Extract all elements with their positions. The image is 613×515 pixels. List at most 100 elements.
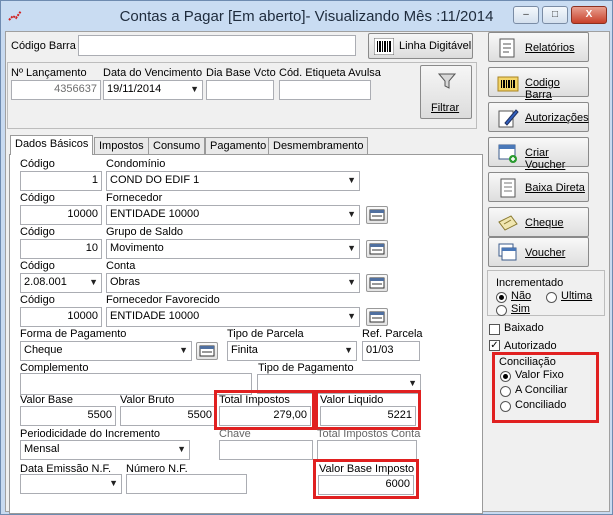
numero-nf-input[interactable]: [126, 474, 247, 494]
vencimento-value: 19/11/2014: [107, 83, 162, 95]
conciliacao-valor-fixo-radio[interactable]: [500, 371, 511, 382]
grupo-lookup-button[interactable]: [366, 240, 388, 258]
chevron-down-icon: ▼: [177, 444, 186, 454]
forma-pagamento-lookup-button[interactable]: [196, 342, 218, 360]
valor-base-input[interactable]: 5500: [20, 406, 116, 426]
fornecedor-lookup-button[interactable]: [366, 206, 388, 224]
tipo-pagamento-label: Tipo de Pagamento: [258, 362, 354, 374]
codigo-barra-button[interactable]: Codigo Barra: [488, 67, 589, 101]
lookup-icon: [369, 243, 385, 255]
voucher-button[interactable]: Voucher: [488, 237, 589, 267]
favorecido-codigo-input[interactable]: 10000: [20, 307, 102, 327]
tab-impostos[interactable]: Impostos: [94, 137, 149, 155]
grupo-select[interactable]: Movimento ▼: [106, 239, 360, 259]
tab-pagamento[interactable]: Pagamento: [205, 137, 272, 155]
lancamento-input[interactable]: 4356637: [11, 80, 101, 100]
filter-icon: [438, 73, 456, 89]
favorecido-lookup-button[interactable]: [366, 308, 388, 326]
conta-codigo-value: 2.08.001: [24, 276, 67, 288]
chevron-down-icon: ▼: [347, 311, 356, 321]
cheque-icon: [498, 215, 518, 231]
ref-parcela-input[interactable]: 01/03: [362, 341, 420, 361]
chave-label: Chave: [219, 428, 251, 440]
new-voucher-icon: [498, 144, 517, 163]
lookup-icon: [369, 311, 385, 323]
tab-dados-basicos[interactable]: Dados Básicos: [10, 135, 94, 155]
incrementado-ultima-label: Ultima: [561, 290, 593, 302]
autorizacoes-button[interactable]: Autorizações: [488, 102, 589, 132]
grupo-value: Movimento: [110, 242, 164, 254]
baixado-checkbox[interactable]: [489, 324, 500, 335]
total-impostos-conta-input[interactable]: [317, 440, 417, 460]
barcode-icon: [374, 38, 394, 55]
fornecedor-select[interactable]: ENTIDADE 10000 ▼: [106, 205, 360, 225]
favorecido-label: Fornecedor Favorecido: [106, 294, 220, 306]
codigo-barra-input[interactable]: [78, 35, 356, 56]
chevron-down-icon: ▼: [89, 277, 98, 287]
fornecedor-label: Fornecedor: [106, 192, 163, 204]
tab-desmembramento[interactable]: Desmembramento: [268, 137, 369, 155]
autorizado-label: Autorizado: [504, 340, 557, 352]
linha-digitavel-label: Linha Digitável: [399, 40, 472, 52]
chevron-down-icon: ▼: [190, 84, 199, 94]
condominio-value: COND DO EDIF 1: [110, 174, 200, 186]
incrementado-ultima-radio[interactable]: [546, 292, 557, 303]
valor-liquido-label: Valor Liquido: [320, 394, 384, 406]
linha-digitavel-button[interactable]: Linha Digitável: [368, 33, 473, 59]
valor-base-label: Valor Base: [20, 394, 73, 406]
periodicidade-value: Mensal: [24, 443, 60, 455]
codigo-barra-label: Código Barra: [11, 40, 76, 52]
baixado-label: Baixado: [504, 322, 544, 334]
tipo-parcela-label: Tipo de Parcela: [227, 328, 304, 340]
conta-lookup-button[interactable]: [366, 274, 388, 292]
tab-consumo[interactable]: Consumo: [148, 137, 206, 155]
etiqueta-input[interactable]: [279, 80, 371, 100]
total-impostos-input[interactable]: 279,00: [219, 406, 311, 426]
tipo-parcela-select[interactable]: Finita ▼: [227, 341, 357, 361]
lookup-icon: [369, 277, 385, 289]
periodicidade-select[interactable]: Mensal ▼: [20, 440, 190, 460]
data-emissao-select[interactable]: ▼: [20, 474, 122, 494]
autorizado-checkbox[interactable]: ✓: [489, 340, 500, 351]
incrementado-nao-radio[interactable]: [496, 292, 507, 303]
valor-base-imposto-input[interactable]: 6000: [318, 475, 414, 495]
valor-liquido-input[interactable]: 5221: [320, 406, 416, 426]
chave-input[interactable]: [219, 440, 313, 460]
favorecido-select[interactable]: ENTIDADE 10000 ▼: [106, 307, 360, 327]
relatorios-button[interactable]: Relatórios: [488, 32, 589, 62]
lancamento-label: Nº Lançamento: [11, 67, 87, 79]
dia-base-input[interactable]: [206, 80, 274, 100]
criar-voucher-button[interactable]: Criar Voucher: [488, 137, 589, 171]
chevron-down-icon: ▼: [109, 478, 118, 488]
condominio-select[interactable]: COND DO EDIF 1 ▼: [106, 171, 360, 191]
chevron-down-icon: ▼: [344, 345, 353, 355]
grupo-label: Grupo de Saldo: [106, 226, 184, 238]
incrementado-label: Incrementado: [496, 277, 564, 289]
title-bar: Contas a Pagar [Em aberto]- Visualizando…: [1, 1, 612, 31]
vencimento-select[interactable]: 19/11/2014 ▼: [103, 80, 203, 100]
chevron-down-icon: ▼: [347, 277, 356, 287]
cheque-button[interactable]: Cheque: [488, 207, 589, 237]
incrementado-sim-radio[interactable]: [496, 305, 507, 316]
maximize-button[interactable]: □: [542, 6, 568, 24]
filtrar-button[interactable]: Filtrar: [420, 65, 472, 119]
grupo-codigo-input[interactable]: 10: [20, 239, 102, 259]
ref-parcela-label: Ref. Parcela: [362, 328, 423, 340]
chevron-down-icon: ▼: [179, 345, 188, 355]
window: Contas a Pagar [Em aberto]- Visualizando…: [0, 0, 613, 515]
voucher-label: Voucher: [525, 247, 566, 259]
conta-codigo-select[interactable]: 2.08.001 ▼: [20, 273, 102, 293]
forma-pagamento-select[interactable]: Cheque ▼: [20, 341, 192, 361]
minimize-button[interactable]: –: [513, 6, 539, 24]
relatorios-label: Relatórios: [525, 42, 575, 54]
close-button[interactable]: X: [571, 6, 607, 24]
fornecedor-codigo-input[interactable]: 10000: [20, 205, 102, 225]
voucher-icon: [498, 243, 517, 261]
conciliacao-conciliado-radio[interactable]: [500, 401, 511, 412]
baixa-direta-button[interactable]: Baixa Direta: [488, 172, 589, 202]
incrementado-nao-label: Não: [511, 290, 532, 302]
condominio-codigo-input[interactable]: 1: [20, 171, 102, 191]
conta-select[interactable]: Obras ▼: [106, 273, 360, 293]
conciliacao-a-conciliar-radio[interactable]: [500, 386, 511, 397]
valor-bruto-input[interactable]: 5500: [120, 406, 216, 426]
